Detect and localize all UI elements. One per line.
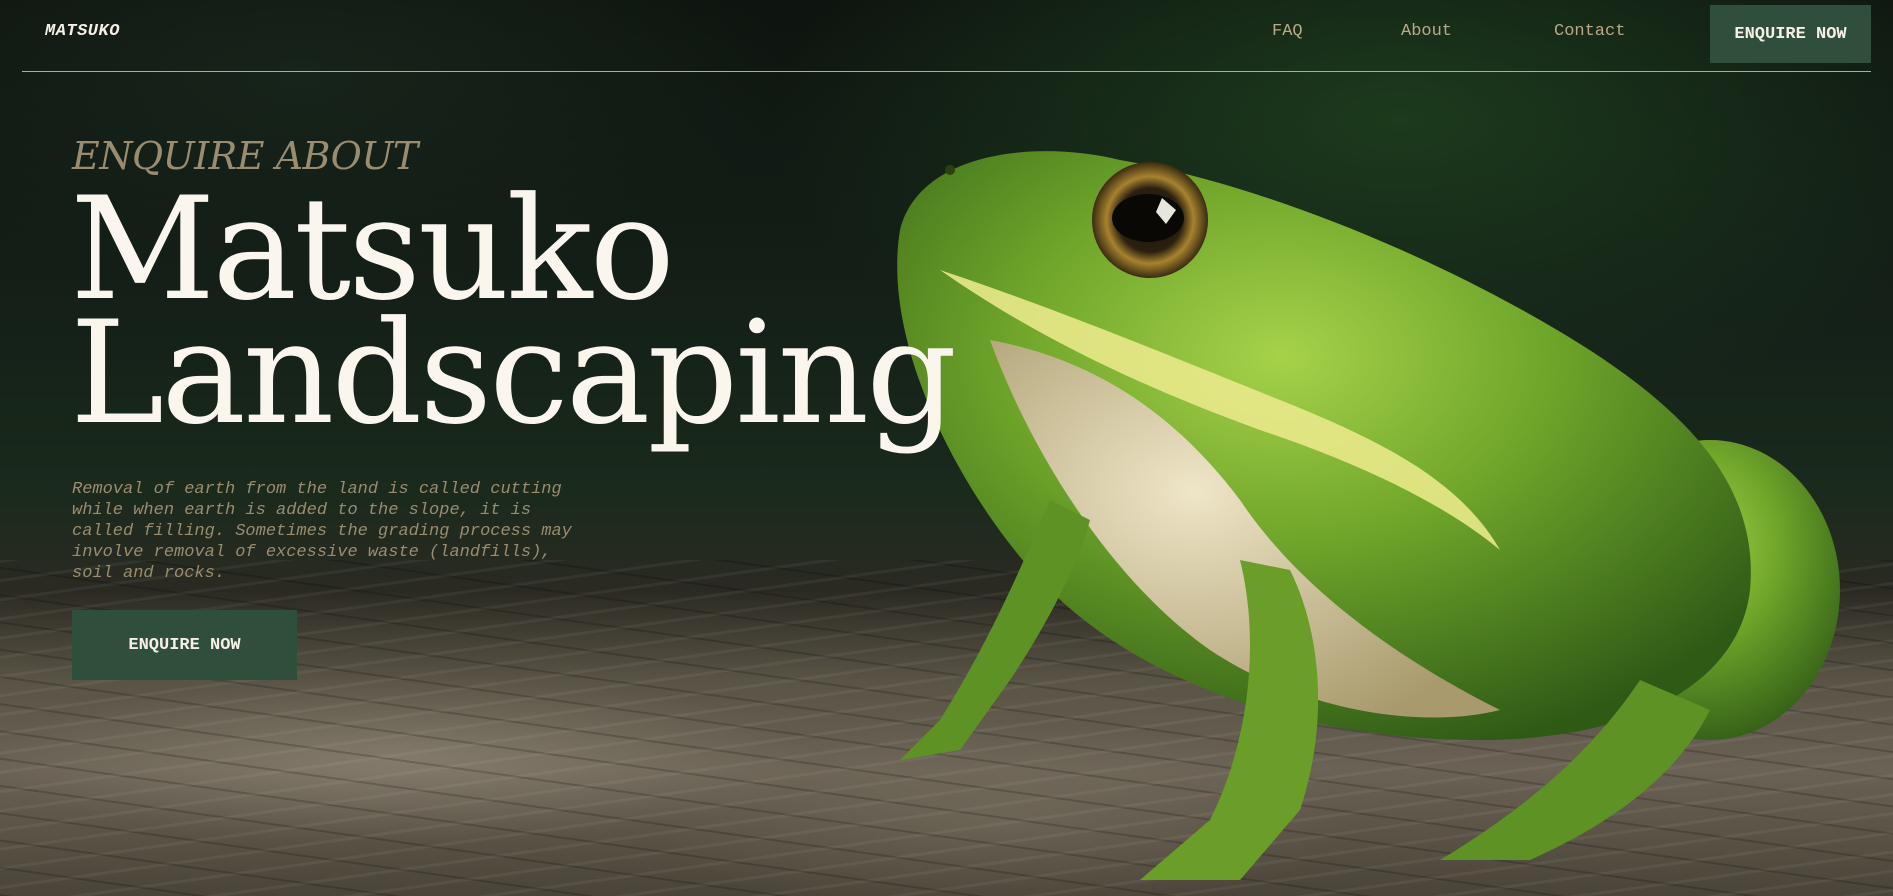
hero-description: Removal of earth from the land is called… xyxy=(72,480,572,583)
nav-link-about[interactable]: About xyxy=(1401,22,1452,41)
hero-enquire-button[interactable]: ENQUIRE NOW xyxy=(72,610,297,680)
site-logo[interactable]: MATSUKO xyxy=(45,22,120,41)
frog-illustration xyxy=(897,151,1840,880)
nav-link-faq[interactable]: FAQ xyxy=(1272,22,1303,41)
nav-link-contact[interactable]: Contact xyxy=(1554,22,1625,41)
header-enquire-button[interactable]: ENQUIRE NOW xyxy=(1710,5,1871,63)
frog-front-leg-left xyxy=(900,500,1090,760)
hero-title: Matsuko Landscaping xyxy=(70,179,957,456)
site-header: MATSUKO FAQ About Contact ENQUIRE NOW xyxy=(22,0,1871,72)
hero-title-line-2: Landscaping xyxy=(70,291,957,456)
